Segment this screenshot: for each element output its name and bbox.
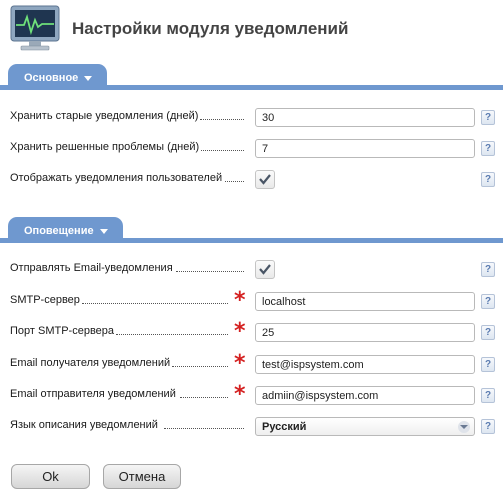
help-icon[interactable]: ? bbox=[481, 262, 495, 277]
chevron-down-icon bbox=[458, 421, 470, 433]
smtp-server-label: SMTP-сервер bbox=[10, 294, 82, 306]
smtp-port-label: Порт SMTP-сервера bbox=[10, 325, 117, 337]
help-icon[interactable]: ? bbox=[481, 325, 495, 340]
email-to-input[interactable] bbox=[255, 355, 475, 374]
language-select[interactable]: Русский bbox=[255, 417, 475, 436]
ok-button[interactable]: Ok bbox=[11, 464, 90, 489]
required-mark: * bbox=[234, 351, 246, 376]
tab-main-label: Основное bbox=[24, 72, 79, 84]
keep-resolved-label: Хранить решенные проблемы (дней) bbox=[10, 141, 202, 153]
language-select-value: Русский bbox=[262, 421, 307, 433]
help-icon[interactable]: ? bbox=[481, 294, 495, 309]
keep-old-label: Хранить старые уведомления (дней) bbox=[10, 110, 201, 122]
send-email-checkbox[interactable] bbox=[255, 260, 275, 279]
required-mark: * bbox=[234, 382, 246, 407]
row-keep-old: Хранить старые уведомления (дней) ? bbox=[0, 107, 503, 129]
smtp-port-input[interactable] bbox=[255, 323, 475, 342]
send-email-label: Отправлять Email-уведомления bbox=[10, 262, 175, 274]
row-show-user: Отображать уведомления пользователей ? bbox=[0, 169, 503, 191]
page-title: Настройки модуля уведомлений bbox=[72, 19, 349, 38]
show-user-checkbox[interactable] bbox=[255, 170, 275, 189]
tab-alert-label: Оповещение bbox=[24, 225, 94, 237]
row-email-to: Email получателя уведомлений * ? bbox=[0, 351, 503, 376]
section-alert-header: Оповещение bbox=[0, 217, 503, 243]
tab-main[interactable]: Основное bbox=[8, 64, 108, 90]
section-main-header: Основное bbox=[0, 64, 503, 90]
row-language: Язык описания уведомлений Русский ? bbox=[0, 416, 503, 438]
page-header: Настройки модуля уведомлений bbox=[0, 0, 503, 58]
checkmark-icon bbox=[259, 264, 271, 275]
chevron-down-icon bbox=[99, 229, 108, 234]
row-smtp-port: Порт SMTP-сервера * ? bbox=[0, 319, 503, 344]
language-label: Язык описания уведомлений bbox=[10, 419, 160, 431]
email-from-label: Email отправителя уведомлений bbox=[10, 388, 178, 400]
row-email-from: Email отправителя уведомлений * ? bbox=[0, 382, 503, 407]
help-icon[interactable]: ? bbox=[481, 388, 495, 403]
cancel-button[interactable]: Отмена bbox=[103, 464, 181, 489]
help-icon[interactable]: ? bbox=[481, 357, 495, 372]
row-keep-resolved: Хранить решенные проблемы (дней) ? bbox=[0, 138, 503, 160]
chevron-down-icon bbox=[84, 76, 93, 81]
email-to-label: Email получателя уведомлений bbox=[10, 357, 173, 369]
checkmark-icon bbox=[259, 174, 271, 185]
required-mark: * bbox=[234, 319, 246, 344]
row-smtp-server: SMTP-сервер * ? bbox=[0, 288, 503, 313]
keep-resolved-input[interactable] bbox=[255, 139, 475, 158]
help-icon[interactable]: ? bbox=[481, 110, 495, 125]
show-user-label: Отображать уведомления пользователей bbox=[10, 172, 225, 184]
row-send-email: Отправлять Email-уведомления ? bbox=[0, 259, 503, 281]
keep-old-input[interactable] bbox=[255, 108, 475, 127]
help-icon[interactable]: ? bbox=[481, 419, 495, 434]
required-mark: * bbox=[234, 288, 246, 313]
smtp-server-input[interactable] bbox=[255, 292, 475, 311]
help-icon[interactable]: ? bbox=[481, 172, 495, 187]
email-from-input[interactable] bbox=[255, 386, 475, 405]
monitor-icon bbox=[9, 5, 61, 51]
tab-alert[interactable]: Оповещение bbox=[8, 217, 123, 243]
help-icon[interactable]: ? bbox=[481, 141, 495, 156]
